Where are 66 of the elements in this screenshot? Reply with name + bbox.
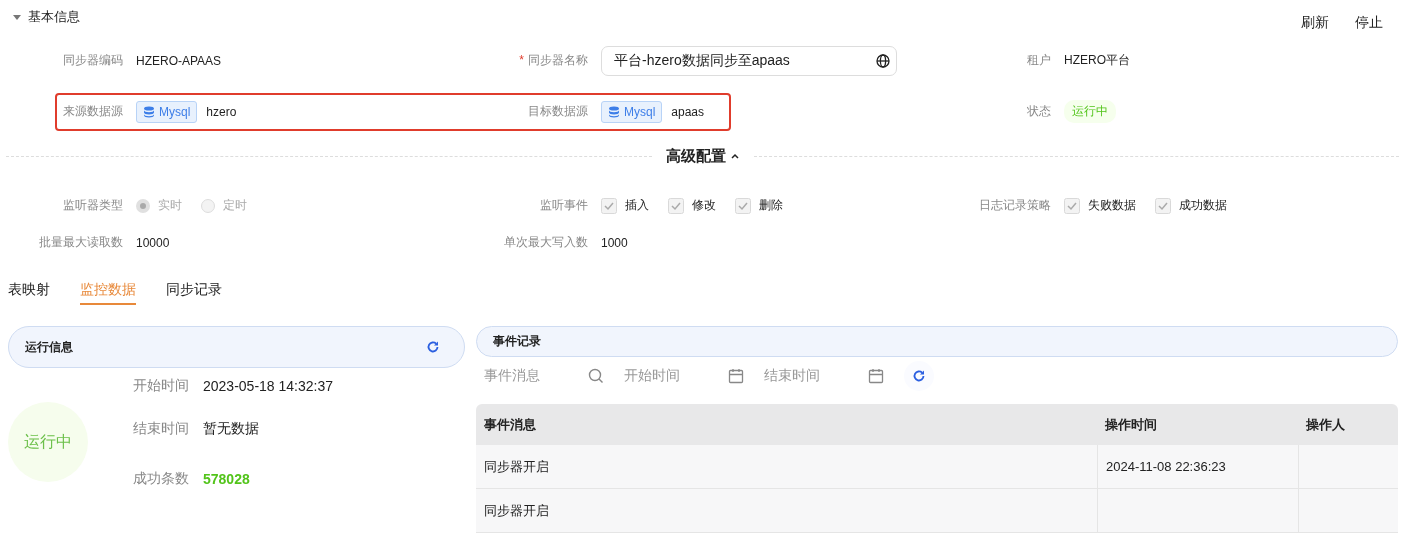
field-label: 结束时间 bbox=[133, 420, 189, 438]
advanced-toggle[interactable]: 高级配置 bbox=[665, 146, 740, 166]
column-header: 操作人 bbox=[1305, 415, 1346, 434]
field-value: 578028 bbox=[203, 471, 250, 487]
table-cell: 2024-11-08 22:36:23 bbox=[1106, 459, 1226, 474]
caret-icon[interactable] bbox=[12, 12, 22, 22]
field-value: 暂无数据 bbox=[203, 420, 259, 438]
section-title: 基本信息 bbox=[28, 8, 80, 26]
action-button[interactable]: 刷新 bbox=[1301, 12, 1329, 34]
field-label: 租户 bbox=[1026, 52, 1051, 69]
field-value: 1000 bbox=[601, 235, 628, 250]
radio-button[interactable] bbox=[201, 198, 215, 213]
refresh-icon[interactable] bbox=[912, 369, 926, 383]
status-circle: 运行中 bbox=[8, 402, 88, 482]
field-label: 监听事件 bbox=[539, 197, 588, 214]
calendar-icon[interactable] bbox=[868, 368, 884, 384]
radio-label: 实时 bbox=[158, 197, 182, 214]
field-label: 状态 bbox=[1026, 103, 1051, 120]
field-label: 监听器类型 bbox=[62, 197, 123, 214]
search-icon[interactable] bbox=[588, 368, 604, 384]
chevron-icon[interactable] bbox=[729, 151, 740, 161]
panel-title: 事件记录 bbox=[493, 333, 541, 350]
field-label: 批量最大读取数 bbox=[38, 234, 123, 251]
field-value: 2023-05-18 14:32:37 bbox=[203, 378, 333, 394]
checkbox[interactable] bbox=[1155, 197, 1171, 214]
status-tag: 运行中 bbox=[1064, 100, 1116, 123]
field-label: 日志记录策略 bbox=[978, 197, 1051, 214]
radio-label: 定时 bbox=[223, 197, 247, 214]
database-tag: Mysql bbox=[601, 100, 663, 123]
field-label: 来源数据源 bbox=[62, 103, 123, 120]
checkbox-label: 失败数据 bbox=[1088, 197, 1136, 214]
calendar-icon[interactable] bbox=[728, 368, 744, 384]
tab[interactable]: 同步记录 bbox=[166, 277, 222, 305]
field-label: 同步器编码 bbox=[62, 52, 123, 69]
field-label: 单次最大写入数 bbox=[503, 234, 588, 251]
column-header: 操作时间 bbox=[1104, 415, 1158, 434]
tab[interactable]: 表映射 bbox=[8, 277, 50, 305]
field-value: hzero bbox=[206, 104, 237, 119]
database-tag: Mysql bbox=[136, 100, 198, 123]
action-button[interactable]: 停止 bbox=[1355, 12, 1383, 34]
panel-title: 运行信息 bbox=[25, 338, 73, 356]
checkbox[interactable] bbox=[1064, 197, 1080, 214]
checkbox[interactable] bbox=[735, 197, 751, 214]
field-value: HZERO平台 bbox=[1064, 52, 1130, 69]
checkbox-label: 修改 bbox=[692, 197, 716, 214]
checkbox[interactable] bbox=[601, 197, 617, 214]
table-cell-text: 同步器开启 bbox=[483, 457, 550, 476]
checkbox-label: 成功数据 bbox=[1179, 197, 1227, 214]
checkbox-label: 插入 bbox=[625, 197, 649, 214]
database-icon bbox=[143, 105, 155, 118]
radio-button[interactable] bbox=[136, 198, 150, 213]
globe-icon[interactable] bbox=[876, 53, 890, 68]
field-value: HZERO-APAAS bbox=[136, 53, 222, 68]
name-input[interactable]: 平台-hzero数据同步至apaas bbox=[601, 45, 897, 76]
field-label: * 同步器名称 bbox=[518, 52, 588, 69]
checkbox[interactable] bbox=[668, 197, 684, 214]
field-value: apaas bbox=[671, 104, 705, 119]
column-header: 事件消息 bbox=[483, 415, 537, 434]
field-label: 开始时间 bbox=[133, 377, 189, 395]
checkbox-label: 删除 bbox=[759, 197, 783, 214]
refresh-icon[interactable] bbox=[426, 340, 440, 354]
field-label: 目标数据源 bbox=[527, 103, 588, 120]
table-cell-text: 同步器开启 bbox=[483, 501, 550, 520]
field-label: 成功条数 bbox=[133, 470, 189, 488]
database-icon bbox=[608, 105, 620, 118]
field-value: 10000 bbox=[136, 235, 170, 250]
